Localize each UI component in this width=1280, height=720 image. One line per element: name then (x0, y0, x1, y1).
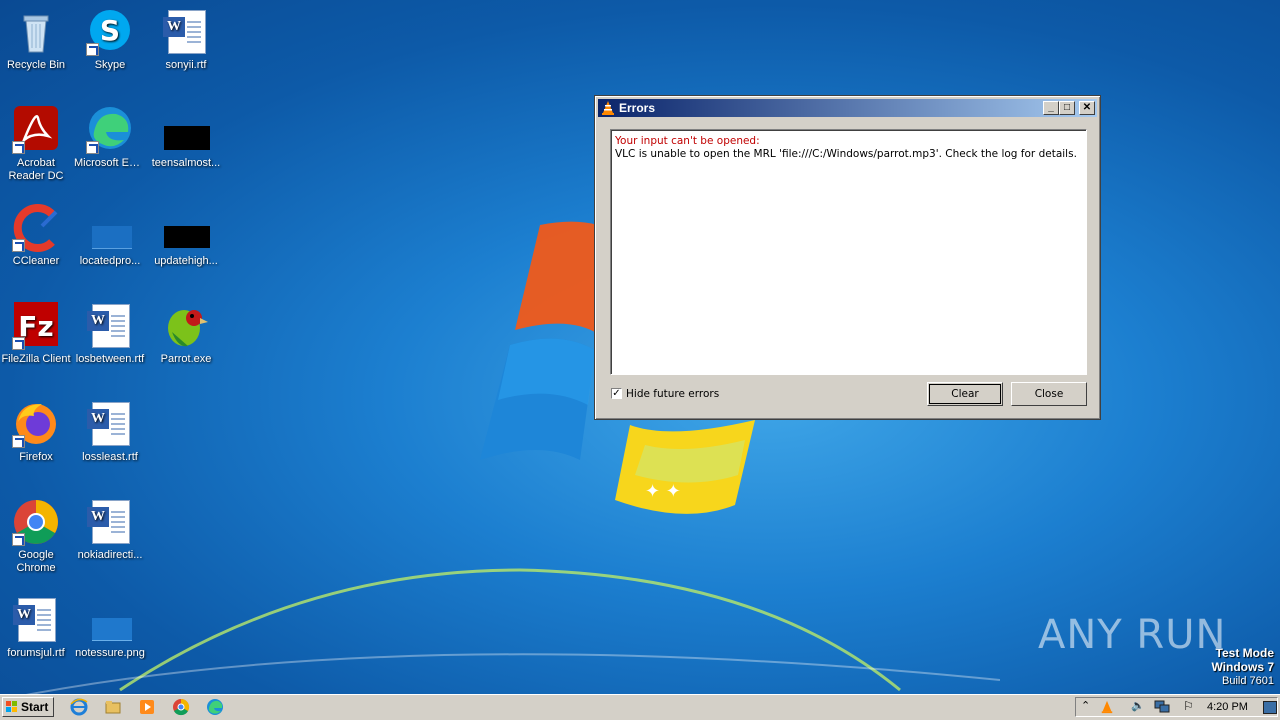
desktop-icon-label: FileZilla Client (1, 353, 71, 365)
wallpaper-swirl (0, 568, 1000, 700)
black-file-icon (162, 106, 210, 154)
taskbar-clock[interactable]: 4:20 PM (1207, 701, 1248, 713)
desktop-icon-label: Firefox (19, 451, 53, 463)
desktop-icon-acrobat[interactable]: Acrobat Reader DC (0, 106, 74, 183)
desktop-icon-label: Recycle Bin (6, 59, 66, 71)
maximize-button[interactable]: □ (1059, 101, 1075, 115)
shortcut-arrow-icon (12, 533, 25, 546)
start-button[interactable]: Start (2, 697, 54, 717)
desktop-icon-label: locatedpro... (79, 255, 141, 267)
test-mode-line: Test Mode (1215, 646, 1274, 660)
recycle-bin-icon (12, 8, 60, 56)
desktop-icon-label: notessure.png (75, 647, 145, 659)
desktop-icon-lossleast[interactable]: W lossleast.rtf (72, 400, 148, 464)
shortcut-arrow-icon (86, 141, 99, 154)
svg-text:S: S (100, 14, 120, 47)
black-file-icon (162, 204, 210, 252)
firefox-icon (12, 400, 60, 448)
explorer-icon[interactable] (104, 698, 122, 716)
edge-icon (86, 106, 134, 154)
desktop-icon-notessure[interactable]: notessure.png (72, 596, 148, 660)
desktop-icon-chrome[interactable]: Google Chrome (0, 498, 74, 575)
desktop-icon-filezilla[interactable]: Fz FileZilla Client (0, 302, 74, 366)
desktop-icon-label: Skype (94, 59, 126, 71)
close-button[interactable]: Close (1011, 382, 1087, 406)
windows-flag-icon (6, 701, 17, 712)
shortcut-arrow-icon (12, 435, 25, 448)
desktop-icon-label: lossleast.rtf (82, 451, 138, 463)
desktop-icon-updatehigh[interactable]: updatehigh... (148, 204, 224, 268)
dialog-titlebar[interactable]: Errors _ □ ✕ (598, 99, 1097, 117)
desktop-icon-label: losbetween.rtf (75, 353, 145, 365)
taskbar: Start ⌃ 🔈 ⚐ 4:20 PM (0, 694, 1280, 720)
hide-future-errors-checkbox[interactable]: ✓ (611, 388, 622, 399)
vlc-icon (602, 101, 614, 115)
error-message-area[interactable]: Your input can't be opened: VLC is unabl… (610, 129, 1087, 375)
desktop-icon-losbetween[interactable]: W losbetween.rtf (72, 302, 148, 366)
word-document-icon: W (86, 302, 134, 350)
desktop-icon-label: sonyii.rtf (165, 59, 207, 71)
errors-dialog: Errors _ □ ✕ Your input can't be opened:… (594, 95, 1101, 420)
edge-icon[interactable] (206, 698, 224, 716)
desktop-icon-recycle-bin[interactable]: Recycle Bin (0, 8, 74, 72)
show-hidden-icon[interactable]: ⌃ (1081, 699, 1090, 712)
desktop-icon-label: updatehigh... (154, 255, 218, 267)
build-line: Build 7601 (1222, 675, 1274, 687)
desktop-icon-sonyii[interactable]: W sonyii.rtf (148, 8, 224, 72)
chrome-icon (12, 498, 60, 546)
word-document-icon: W (12, 596, 60, 644)
word-document-icon: W (86, 498, 134, 546)
desktop-icon-label: nokiadirecti... (77, 549, 143, 561)
error-detail: VLC is unable to open the MRL 'file:///C… (615, 148, 1077, 160)
desktop-icon-nokiadirecti[interactable]: W nokiadirecti... (72, 498, 148, 562)
desktop-icon-label: forumsjul.rtf (7, 647, 65, 659)
desktop-icon-parrot[interactable]: Parrot.exe (148, 302, 224, 366)
anyrun-watermark: ANY RUN (1038, 612, 1227, 658)
desktop-icon-locatedpro[interactable]: locatedpro... (72, 204, 148, 268)
desktop-icon-label: Google Chrome (16, 549, 56, 574)
minimize-button[interactable]: _ (1043, 101, 1059, 115)
ie-icon[interactable] (70, 698, 88, 716)
blank-file-icon (86, 204, 134, 252)
shortcut-arrow-icon (12, 141, 25, 154)
desktop-icon-label: CCleaner (12, 255, 60, 267)
volume-icon[interactable]: 🔈 (1131, 699, 1145, 712)
start-label: Start (21, 700, 49, 714)
filezilla-icon: Fz (12, 302, 60, 350)
dialog-title: Errors (619, 101, 656, 115)
media-player-icon[interactable] (138, 698, 156, 716)
desktop-icon-teensalmost[interactable]: teensalmost... (148, 106, 224, 170)
shortcut-arrow-icon (12, 337, 25, 350)
error-heading: Your input can't be opened: (615, 135, 760, 147)
vlc-tray-icon[interactable] (1100, 700, 1114, 714)
close-window-button[interactable]: ✕ (1079, 101, 1095, 115)
acrobat-icon (12, 106, 60, 154)
desktop-icon-label: Parrot.exe (160, 353, 212, 365)
word-document-icon: W (86, 400, 134, 448)
network-icon[interactable] (1154, 700, 1170, 714)
desktop-icon-label: Microsoft Edge (74, 157, 148, 169)
flag-icon[interactable]: ⚐ (1183, 699, 1194, 713)
hide-future-errors-label[interactable]: Hide future errors (626, 388, 719, 400)
shortcut-arrow-icon (12, 239, 25, 252)
desktop-icon-forumsjul[interactable]: W forumsjul.rtf (0, 596, 74, 660)
desktop-icon-ccleaner[interactable]: CCleaner (0, 204, 74, 268)
clear-button[interactable]: Clear (927, 382, 1003, 406)
parrot-icon (162, 302, 210, 350)
desktop-icon-label: Acrobat Reader DC (8, 157, 64, 182)
chrome-icon[interactable] (172, 698, 190, 716)
os-name-line: Windows 7 (1211, 660, 1274, 674)
skype-icon: S (86, 8, 134, 56)
desktop-icon[interactable] (1263, 701, 1277, 714)
desktop-icon-firefox[interactable]: Firefox (0, 400, 74, 464)
desktop-icon-edge[interactable]: Microsoft Edge (72, 106, 148, 170)
shortcut-arrow-icon (86, 43, 99, 56)
desktop-icon-label: teensalmost... (151, 157, 221, 169)
test-mode-notice: Test Mode Windows 7 Build 7601 (1211, 646, 1274, 688)
ccleaner-icon (12, 204, 60, 252)
image-file-icon (86, 596, 134, 644)
desktop-icon-skype[interactable]: S Skype (72, 8, 148, 72)
word-document-icon: W (162, 8, 210, 56)
